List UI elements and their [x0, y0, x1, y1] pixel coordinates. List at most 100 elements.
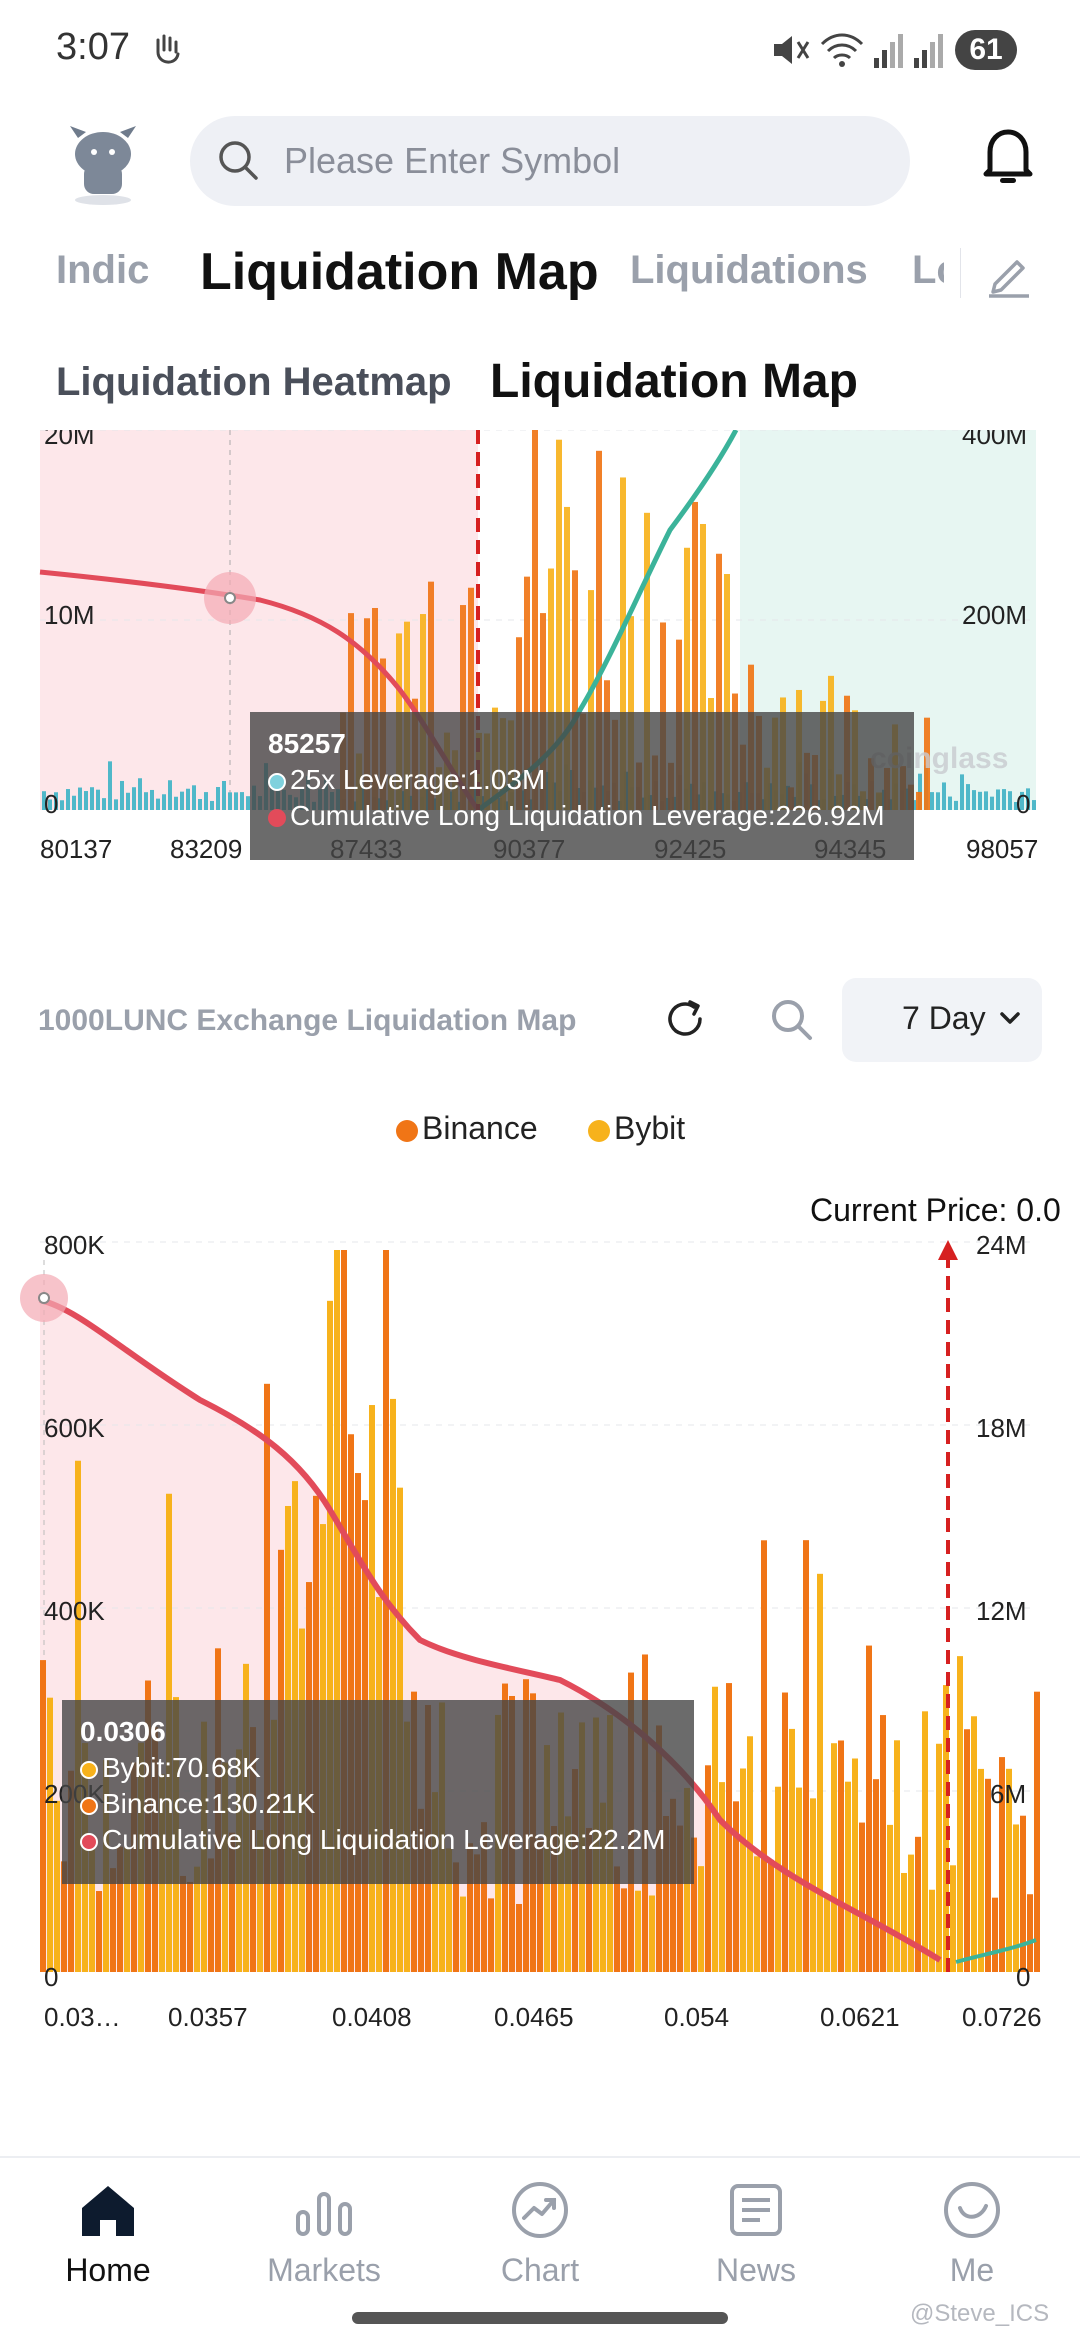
status-bar: 3:07 61: [0, 0, 1080, 100]
liquidation-bar: [516, 1903, 522, 1972]
liquidation-bar: [635, 1890, 641, 1972]
liquidation-bar: [887, 1824, 893, 1972]
small-bar: [990, 796, 994, 810]
period-label: 7 Day: [902, 1000, 986, 1036]
bottom-x-tick: 0.0726: [962, 2002, 1042, 2032]
bell-icon[interactable]: [980, 126, 1036, 186]
home-icon: [82, 2186, 134, 2236]
nav-me[interactable]: Me: [882, 2178, 1062, 2289]
small-bar: [60, 800, 64, 810]
nav-chart[interactable]: Chart: [450, 2178, 630, 2289]
small-bar: [84, 791, 88, 810]
liquidation-bar: [803, 1540, 809, 1972]
markets-icon: [296, 2192, 352, 2236]
tab-overflow[interactable]: Lo: [910, 240, 944, 310]
small-bar: [126, 792, 130, 810]
top-y-left-tick: 10M: [44, 600, 95, 630]
exchange-liquidation-chart[interactable]: 800K 600K 400K 200K 0 24M 18M 12M 6M 0 0…: [0, 1220, 1080, 2040]
small-bar: [138, 778, 142, 810]
chart-icon: [512, 2182, 568, 2238]
bottom-y-left-tick: 0: [44, 1962, 58, 1992]
bottom-x-tick: 0.03…: [44, 2002, 121, 2032]
cumulative-dot: [80, 1833, 98, 1851]
bottom-chart-tooltip: 0.0306 Bybit:70.68K Binance:130.21K Cumu…: [62, 1700, 694, 1884]
nav-markets[interactable]: Markets: [234, 2178, 414, 2289]
liquidation-bar: [789, 1728, 795, 1972]
liquidation-bar: [845, 1781, 851, 1972]
leverage-dot: [268, 773, 286, 791]
liquidation-bar: [971, 1716, 977, 1972]
small-bar: [198, 799, 202, 810]
chevron-down-icon: [1000, 1012, 1020, 1024]
bottom-y-right-tick: 6M: [990, 1779, 1026, 1809]
small-bar: [936, 792, 940, 810]
small-bar: [234, 792, 238, 810]
bottom-y-right-tick: 0: [1016, 1962, 1030, 1992]
small-bar: [156, 798, 160, 810]
refresh-icon[interactable]: [662, 996, 708, 1042]
bottom-x-tick: 0.0621: [820, 2002, 900, 2032]
search-icon: [219, 141, 258, 180]
liquidation-bar: [915, 1836, 921, 1972]
nav-me-label: Me: [949, 2252, 995, 2288]
liquidation-bar: [698, 1866, 704, 1972]
edit-icon[interactable]: [985, 250, 1033, 298]
small-bar: [150, 789, 154, 810]
small-bar: [960, 774, 964, 810]
small-bar: [162, 794, 166, 810]
tab-partial[interactable]: Lo: [912, 248, 944, 293]
liquidation-bar: [460, 1896, 466, 1972]
liquidation-bar: [978, 1768, 984, 1972]
liquidation-bar: [880, 1715, 886, 1972]
search-icon[interactable]: [768, 996, 814, 1042]
top-y-right-tick: 200M: [962, 600, 1027, 630]
battery-indicator: 61: [955, 30, 1017, 70]
bottom-y-left-tick: 800K: [44, 1230, 105, 1260]
highlight-point: [224, 592, 236, 604]
legend-bybit-label: Bybit: [614, 1110, 686, 1146]
small-bar: [132, 787, 136, 810]
liquidation-bar: [719, 1782, 725, 1972]
small-bar: [942, 782, 946, 810]
nav-home[interactable]: Home: [18, 2178, 198, 2289]
liquidation-bar: [740, 1768, 746, 1972]
tooltip-cumulative: Cumulative Long Liquidation Leverage:226…: [290, 800, 885, 831]
small-bar: [72, 795, 76, 810]
subtab-liquidation-heatmap[interactable]: Liquidation Heatmap: [56, 360, 452, 405]
hand-icon: [156, 34, 180, 64]
top-x-tick: 83209: [170, 834, 242, 864]
bottom-x-tick: 0.0408: [332, 2002, 412, 2032]
liquidation-bar: [54, 1800, 60, 1972]
liquidation-bar: [964, 1729, 970, 1972]
small-bar: [108, 761, 112, 810]
legend-bybit[interactable]: Bybit: [588, 1110, 685, 1147]
liquidation-bar: [40, 1660, 46, 1972]
liquidation-bar: [775, 1786, 781, 1972]
home-indicator[interactable]: [352, 2312, 728, 2324]
top-y-left-tick: 20M: [44, 430, 95, 450]
liquidation-bar: [782, 1692, 788, 1972]
liquidation-bar: [747, 1736, 753, 1972]
nav-news[interactable]: News: [666, 2178, 846, 2289]
liquidation-bar: [754, 1856, 760, 1972]
legend-binance[interactable]: Binance: [396, 1110, 538, 1147]
current-price-arrow: [938, 1240, 958, 1260]
tooltip-bybit: Bybit:70.68K: [102, 1752, 261, 1783]
tab-indicators[interactable]: Indic: [56, 248, 149, 293]
tab-liquidation-map[interactable]: Liquidation Map: [200, 242, 599, 302]
liquidation-bar: [873, 1779, 879, 1972]
period-select[interactable]: 7 Day: [842, 978, 1042, 1062]
status-time: 3:07: [56, 26, 130, 68]
subtab-liquidation-map[interactable]: Liquidation Map: [490, 354, 858, 409]
profile-icon: [944, 2182, 1000, 2238]
small-bar: [996, 789, 1000, 810]
tooltip-title: 85257: [268, 728, 346, 759]
liquidation-bar: [621, 1888, 627, 1972]
tab-liquidations[interactable]: Liquidations: [630, 248, 868, 293]
search-input[interactable]: Please Enter Symbol: [190, 116, 910, 206]
small-bar: [1008, 791, 1012, 810]
avatar[interactable]: [60, 120, 146, 206]
small-bar: [102, 798, 106, 810]
liquidation-bar: [838, 1740, 844, 1972]
small-bar: [90, 787, 94, 810]
